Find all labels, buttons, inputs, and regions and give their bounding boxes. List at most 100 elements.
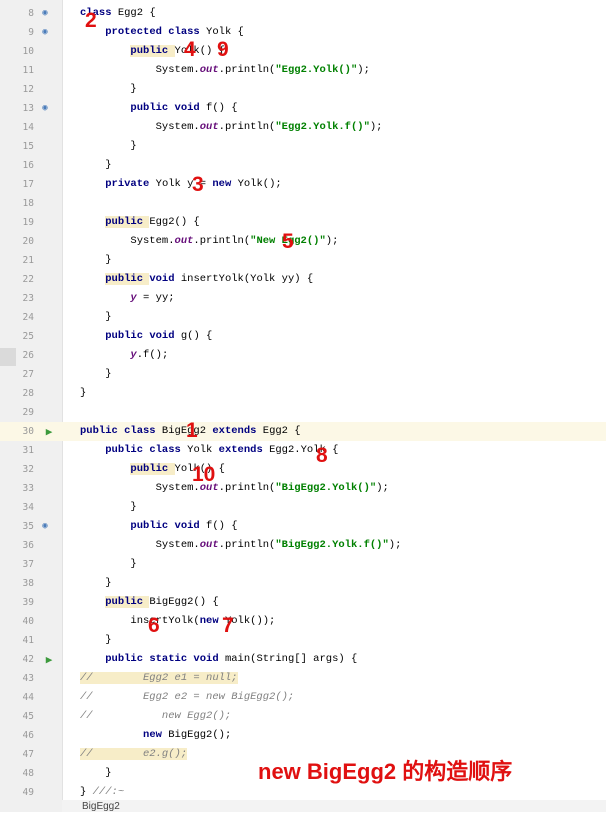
- code-line[interactable]: 10 public Yolk() {: [0, 42, 606, 61]
- code-text: public void f() {: [80, 99, 237, 118]
- code-line[interactable]: 31 public class Yolk extends Egg2.Yolk {: [0, 441, 606, 460]
- code-token: "BigEgg2.Yolk()": [275, 482, 377, 494]
- code-line[interactable]: 22 public void insertYolk(Yolk yy) {: [0, 270, 606, 289]
- code-token: System.: [80, 235, 175, 247]
- code-token: Yolk {: [206, 26, 244, 38]
- code-token: public: [105, 596, 150, 608]
- code-line[interactable]: 35 ◉ public void f() {: [0, 517, 606, 536]
- code-line[interactable]: 27 }: [0, 365, 606, 384]
- code-line[interactable]: 41 }: [0, 631, 606, 650]
- code-line[interactable]: 34 }: [0, 498, 606, 517]
- code-line[interactable]: 15 }: [0, 137, 606, 156]
- code-token: // Egg2 e2 = new BigEgg2();: [80, 691, 295, 703]
- code-line[interactable]: 17 private Yolk y = new Yolk();: [0, 175, 606, 194]
- code-line[interactable]: 20 System.out.println("New Egg2()");: [0, 232, 606, 251]
- code-text: }: [80, 251, 111, 270]
- run-icon[interactable]: ▶: [40, 650, 58, 669]
- code-line[interactable]: 21 }: [0, 251, 606, 270]
- code-token: );: [325, 235, 339, 247]
- code-line[interactable]: 28}: [0, 384, 606, 403]
- code-token: main(String[] args) {: [224, 653, 358, 665]
- line-number: 37: [22, 559, 34, 570]
- override-icon[interactable]: ◉: [36, 99, 54, 118]
- code-line[interactable]: 37 }: [0, 555, 606, 574]
- code-line[interactable]: 13 ◉ public void f() {: [0, 99, 606, 118]
- code-line[interactable]: 43 // Egg2 e1 = null;: [0, 669, 606, 688]
- annotation-5: 5: [282, 230, 294, 253]
- override-icon[interactable]: ◉: [36, 517, 54, 536]
- code-line[interactable]: 11 System.out.println("Egg2.Yolk()");: [0, 61, 606, 80]
- code-text: }: [80, 365, 111, 384]
- line-number: 40: [22, 616, 34, 627]
- code-text: public Yolk() {: [80, 42, 225, 61]
- code-text: // new Egg2();: [80, 707, 231, 726]
- code-text: private Yolk y = new Yolk();: [80, 175, 281, 194]
- code-token: }: [80, 501, 137, 513]
- code-token: );: [369, 121, 383, 133]
- code-text: public void insertYolk(Yolk yy) {: [80, 270, 313, 289]
- line-number: 28: [22, 388, 34, 399]
- code-text: public void f() {: [80, 517, 237, 536]
- code-line[interactable]: 39 public BigEgg2() {: [0, 593, 606, 612]
- line-number: 24: [22, 312, 34, 323]
- run-icon[interactable]: ▶: [40, 422, 58, 441]
- code-line[interactable]: 29: [0, 403, 606, 422]
- annotation-7: 7: [222, 614, 234, 637]
- code-token: new: [212, 178, 238, 190]
- code-line[interactable]: 12 }: [0, 80, 606, 99]
- code-token: public: [130, 463, 175, 475]
- annotation-10: 10: [192, 463, 216, 486]
- line-number: 27: [22, 369, 34, 380]
- code-text: }: [80, 137, 136, 156]
- code-line[interactable]: 33 System.out.println("BigEgg2.Yolk()");: [0, 479, 606, 498]
- code-text: public void g() {: [80, 327, 212, 346]
- override-icon[interactable]: ◉: [36, 4, 54, 23]
- code-line[interactable]: 19 public Egg2() {: [0, 213, 606, 232]
- code-token: BigEgg2() {: [149, 596, 219, 608]
- line-number: 17: [22, 179, 34, 190]
- code-line[interactable]: 24 }: [0, 308, 606, 327]
- code-line[interactable]: 45 // new Egg2();: [0, 707, 606, 726]
- code-line[interactable]: 40 insertYolk(new Yolk());: [0, 612, 606, 631]
- code-line[interactable]: 16 }: [0, 156, 606, 175]
- code-line[interactable]: 23 y = yy;: [0, 289, 606, 308]
- code-token: }: [80, 159, 112, 171]
- line-number: 49: [22, 787, 34, 798]
- line-number: 46: [22, 730, 34, 741]
- code-token: System.: [80, 482, 200, 494]
- code-line[interactable]: 46 new BigEgg2();: [0, 726, 606, 745]
- code-token: }: [80, 311, 112, 323]
- code-text: public static void main(String[] args) {: [80, 650, 357, 669]
- line-number: 22: [22, 274, 34, 285]
- code-line[interactable]: 14 System.out.println("Egg2.Yolk.f()");: [0, 118, 606, 137]
- code-line[interactable]: 30 ▶ public class BigEgg2 extends Egg2 {: [0, 422, 606, 441]
- code-token: public class: [105, 444, 188, 456]
- code-line[interactable]: 26 y.f();: [0, 346, 606, 365]
- code-text: public class Yolk extends Egg2.Yolk {: [80, 441, 338, 460]
- line-number: 25: [22, 331, 34, 342]
- code-line[interactable]: 36 System.out.println("BigEgg2.Yolk.f()"…: [0, 536, 606, 555]
- code-token: System.: [80, 539, 200, 551]
- code-token: BigEgg2();: [168, 729, 232, 741]
- override-icon[interactable]: ◉: [36, 23, 54, 42]
- code-line[interactable]: 42 ▶ public static void main(String[] arg…: [0, 650, 606, 669]
- annotation-1: 1: [186, 419, 198, 442]
- line-number: 39: [22, 597, 34, 608]
- line-number: 34: [22, 502, 34, 513]
- code-line[interactable]: 25 public void g() {: [0, 327, 606, 346]
- code-line[interactable]: 44 // Egg2 e2 = new BigEgg2();: [0, 688, 606, 707]
- code-text: }: [80, 574, 111, 593]
- code-token: );: [357, 64, 370, 76]
- code-text: System.out.println("BigEgg2.Yolk.f()");: [80, 536, 402, 555]
- code-token: .f();: [136, 349, 169, 361]
- code-token: }: [80, 558, 137, 570]
- code-token: public: [105, 273, 150, 285]
- code-line[interactable]: 32 public Yolk() {: [0, 460, 606, 479]
- code-line[interactable]: 18: [0, 194, 606, 213]
- code-token: .println(: [218, 482, 276, 494]
- code-token: out: [199, 539, 219, 551]
- line-number: 16: [22, 160, 34, 171]
- code-line[interactable]: 38 }: [0, 574, 606, 593]
